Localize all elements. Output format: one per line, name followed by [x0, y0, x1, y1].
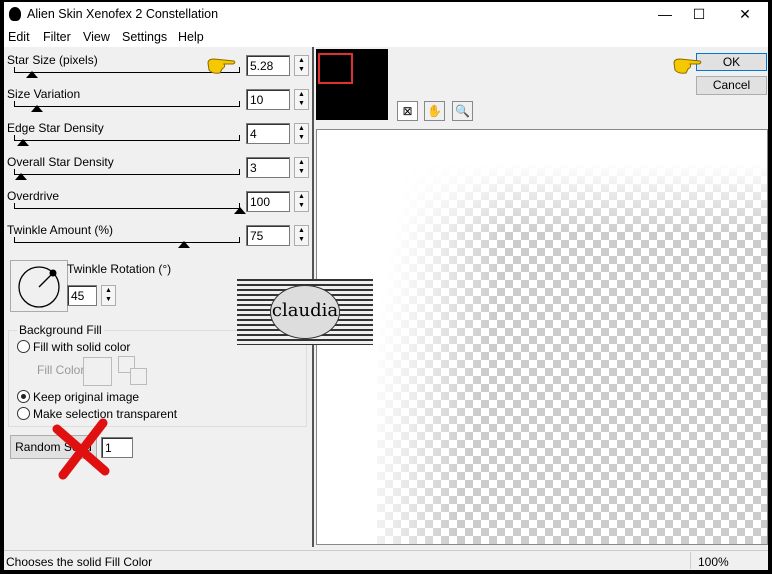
preview-canvas[interactable] [316, 129, 768, 545]
maximize-button[interactable]: ☐ [684, 4, 714, 24]
zoom-icon[interactable]: 🔍 [452, 101, 473, 121]
status-text: Chooses the solid Fill Color [6, 555, 153, 569]
twinkle-rotation-input[interactable]: 45 [67, 285, 97, 306]
minimize-button[interactable]: — [650, 4, 680, 24]
param-slider-track[interactable] [14, 169, 240, 175]
menu-settings[interactable]: Settings [122, 30, 167, 44]
param-slider-track[interactable] [14, 135, 240, 141]
param-value-input[interactable]: 100 [246, 191, 290, 212]
keep-original-radio[interactable] [17, 390, 30, 403]
fill-solid-label[interactable]: Fill with solid color [33, 340, 130, 354]
red-cross-icon [52, 418, 110, 480]
keep-original-label[interactable]: Keep original image [33, 390, 139, 404]
param-spinner[interactable]: ▲ ▼ [294, 225, 309, 246]
navigate-icon[interactable]: ⊠ [397, 101, 418, 121]
param-label: Size Variation [7, 87, 81, 101]
param-label: Overall Star Density [7, 155, 114, 169]
twinkle-rotation-label: Twinkle Rotation (°) [67, 262, 172, 276]
background-fill-title: Background Fill [17, 323, 104, 337]
dialog-window: Alien Skin Xenofex 2 Constellation — ☐ ✕… [4, 2, 768, 570]
hand-icon[interactable]: ✋ [424, 101, 445, 121]
cancel-button[interactable]: Cancel [696, 76, 767, 95]
twinkle-rotation-spinner[interactable]: ▲ ▼ [101, 285, 116, 306]
fill-solid-radio[interactable] [17, 340, 30, 353]
param-label: Star Size (pixels) [7, 53, 98, 67]
param-value-input[interactable]: 10 [246, 89, 290, 110]
transparent-radio[interactable] [17, 407, 30, 420]
param-spinner[interactable]: ▲ ▼ [294, 157, 309, 178]
status-divider [690, 552, 691, 569]
param-spinner[interactable]: ▲ ▼ [294, 191, 309, 212]
param-label: Twinkle Amount (%) [7, 223, 114, 237]
zoom-level: 100% [698, 555, 729, 569]
param-value-input[interactable]: 4 [246, 123, 290, 144]
param-slider-track[interactable] [14, 203, 240, 209]
ok-button[interactable]: OK [696, 53, 767, 71]
param-slider-thumb[interactable] [17, 139, 30, 146]
close-button[interactable]: ✕ [730, 4, 760, 24]
app-icon [9, 7, 21, 21]
param-slider-thumb[interactable] [14, 173, 27, 180]
param-spinner[interactable]: ▲ ▼ [294, 89, 309, 110]
param-value-input[interactable]: 75 [246, 225, 290, 246]
navigator-thumbnail[interactable] [316, 49, 388, 120]
param-slider-track[interactable] [14, 237, 240, 243]
param-spinner[interactable]: ▲ ▼ [294, 123, 309, 144]
menu-help[interactable]: Help [178, 30, 204, 44]
menu-bar: Edit Filter View Settings Help [4, 27, 768, 47]
fill-color-swatch[interactable] [83, 357, 112, 386]
watermark-logo: claudia [237, 279, 373, 345]
menu-filter[interactable]: Filter [43, 30, 71, 44]
pointer-hand-icon [207, 58, 236, 74]
menu-view[interactable]: View [83, 30, 110, 44]
param-label: Overdrive [7, 189, 60, 203]
param-value-input[interactable]: 3 [246, 157, 290, 178]
param-slider-track[interactable] [14, 101, 240, 107]
title-bar: Alien Skin Xenofex 2 Constellation — ☐ ✕ [4, 2, 768, 27]
menu-edit[interactable]: Edit [8, 30, 30, 44]
param-slider-thumb[interactable] [30, 105, 43, 112]
param-label: Edge Star Density [7, 121, 104, 135]
preview-fade [317, 130, 767, 544]
param-slider-thumb[interactable] [26, 71, 39, 78]
swap-colors-icon-back [130, 368, 147, 385]
pointer-hand-ok-icon [673, 58, 702, 74]
param-slider-thumb[interactable] [234, 207, 246, 214]
preview-area: ⊠ ✋ 🔍 OK Cancel [312, 47, 768, 547]
param-slider-thumb[interactable] [177, 241, 190, 248]
rotation-dial[interactable] [10, 260, 68, 312]
param-spinner[interactable]: ▲ ▼ [294, 55, 309, 76]
param-value-input[interactable]: 5.28 [246, 55, 290, 76]
status-bar: Chooses the solid Fill Color 100% [4, 550, 768, 570]
fill-color-label: Fill Color [37, 363, 85, 377]
window-title: Alien Skin Xenofex 2 Constellation [27, 7, 219, 21]
